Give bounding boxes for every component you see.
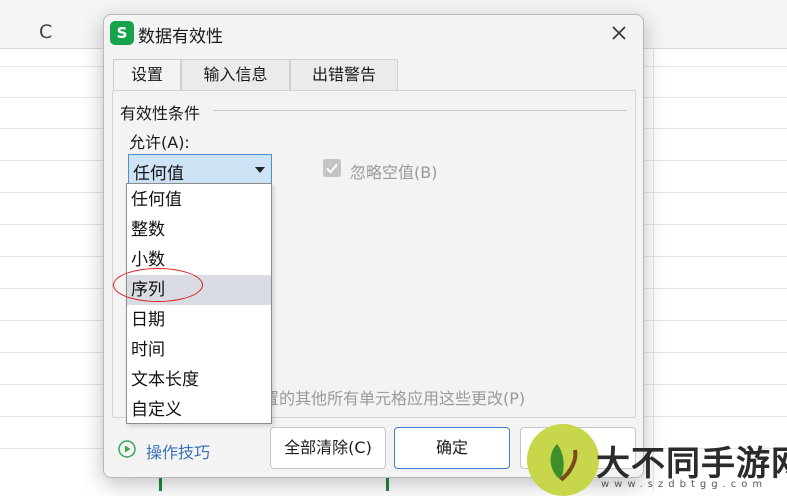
option-decimal[interactable]: 小数: [127, 245, 271, 275]
clear-all-button[interactable]: 全部清除(C): [270, 427, 386, 469]
ok-button[interactable]: 确定: [394, 427, 510, 469]
allow-label: 允许(A):: [129, 133, 190, 152]
chevron-down-icon: [255, 167, 265, 173]
column-letter[interactable]: C: [39, 21, 52, 43]
watermark-text: 大不同手游网: [596, 444, 787, 484]
dialog-title: 数据有效性: [138, 27, 223, 47]
option-date[interactable]: 日期: [127, 305, 271, 335]
selection-marker: [159, 478, 162, 491]
apply-to-all-label: 置的其他所有单元格应用这些更改(P): [263, 389, 526, 408]
tab-input-message[interactable]: 输入信息: [181, 59, 290, 90]
wps-sheet-icon: S: [110, 21, 134, 45]
allow-select-value: 任何值: [133, 164, 184, 184]
checkmark-icon: [326, 163, 338, 174]
dialog-titlebar[interactable]: S 数据有效性: [104, 15, 643, 51]
option-any-value[interactable]: 任何值: [127, 185, 271, 215]
watermark-url: www.szdbtgg.com: [601, 479, 768, 490]
watermark-logo: [527, 424, 599, 496]
close-icon: [612, 26, 626, 40]
ignore-blank-checkbox[interactable]: [323, 159, 341, 177]
option-sequence[interactable]: 序列: [127, 275, 271, 305]
option-integer[interactable]: 整数: [127, 215, 271, 245]
tab-settings[interactable]: 设置: [113, 59, 181, 91]
option-text-length[interactable]: 文本长度: [127, 365, 271, 395]
option-custom[interactable]: 自定义: [127, 395, 271, 425]
allow-select[interactable]: 任何值: [128, 154, 272, 184]
play-circle-icon: [118, 440, 136, 458]
tab-error-alert[interactable]: 出错警告: [290, 59, 398, 90]
leaf-icon: [550, 444, 578, 482]
option-time[interactable]: 时间: [127, 335, 271, 365]
operation-tips-label: 操作技巧: [146, 443, 211, 462]
grid-col-line: [653, 48, 654, 491]
group-divider: [213, 110, 627, 111]
validity-criteria-heading: 有效性条件: [120, 100, 205, 124]
selection-marker: [386, 478, 389, 491]
close-button[interactable]: [607, 21, 631, 45]
allow-options-list: 任何值 整数 小数 序列 日期 时间 文本长度 自定义: [126, 183, 272, 424]
ignore-blank-label: 忽略空值(B): [350, 163, 438, 182]
